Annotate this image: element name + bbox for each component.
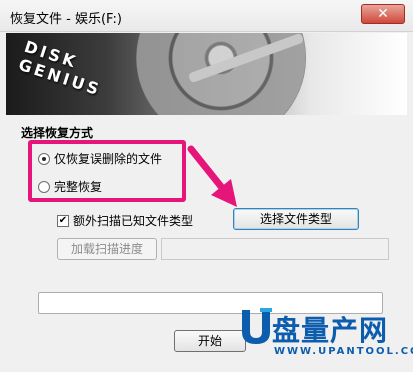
recovery-mode-title: 选择恢复方式: [21, 126, 94, 140]
close-button[interactable]: ✕: [361, 4, 405, 24]
checkbox-checked-icon: ✔: [57, 214, 69, 227]
scan-progress-path-field: [161, 238, 389, 260]
title-bar: 恢复文件 - 娱乐(F:) ✕: [0, 0, 413, 32]
annotation-arrow-icon: [187, 145, 237, 207]
choose-file-types-button[interactable]: 选择文件类型: [233, 208, 359, 230]
load-scan-progress-button[interactable]: 加载扫描进度: [57, 238, 157, 260]
window-title: 恢复文件 - 娱乐(F:): [10, 12, 122, 27]
annotation-highlight-box: [28, 140, 186, 202]
recover-files-dialog: 恢复文件 - 娱乐(F:) ✕ DISK GENIUS 选择恢复方式 仅恢复误删…: [0, 0, 413, 372]
upantool-watermark: 盘量产网 WWW.UPANTOOL.COM: [236, 306, 413, 366]
diskgenius-logo: DISK GENIUS: [16, 36, 104, 100]
banner-image: DISK GENIUS: [6, 33, 407, 115]
upantool-logo-icon: [242, 308, 272, 344]
extra-scan-label: 额外扫描已知文件类型: [73, 214, 194, 228]
extra-scan-checkbox[interactable]: ✔ 额外扫描已知文件类型: [57, 212, 193, 229]
watermark-brand: 盘量产网: [272, 314, 389, 347]
watermark-url: WWW.UPANTOOL.COM: [274, 346, 413, 357]
